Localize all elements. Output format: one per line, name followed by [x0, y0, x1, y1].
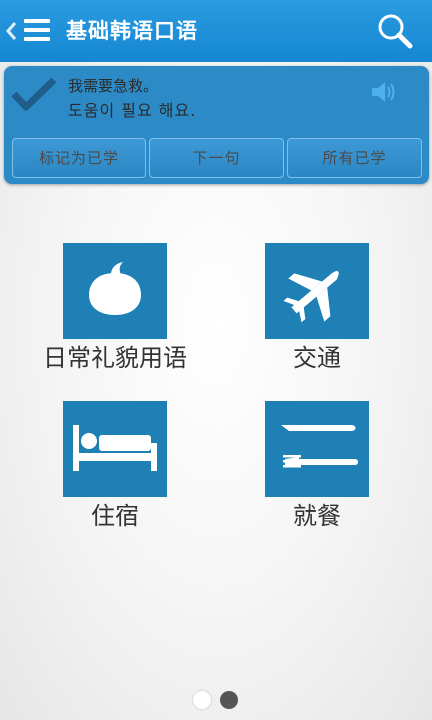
chevron-left-icon[interactable] [4, 18, 18, 44]
category-tile-accommodation[interactable] [63, 401, 167, 497]
speaker-icon[interactable] [369, 78, 399, 106]
airplane-icon [283, 270, 339, 323]
speech-bubble-icon [89, 262, 141, 315]
category-label-transport[interactable]: 交通 [217, 343, 417, 373]
category-tile-courtesy[interactable] [63, 243, 167, 339]
check-icon[interactable] [10, 74, 58, 114]
page-indicator-dot-1[interactable] [193, 691, 211, 709]
category-tile-dining[interactable] [265, 401, 369, 497]
phrase-card: 我需要急救。 도움이 필요 해요. 标记为已学 下一句 所有已学 [4, 66, 429, 184]
next-sentence-button[interactable]: 下一句 [149, 138, 284, 178]
category-label-dining[interactable]: 就餐 [217, 501, 417, 531]
category-label-courtesy[interactable]: 日常礼貌用语 [15, 343, 215, 373]
phrase-chinese: 我需要急救。 [68, 77, 159, 95]
category-label-accommodation[interactable]: 住宿 [15, 501, 215, 531]
page-indicator-dot-2-active[interactable] [220, 691, 238, 709]
app-title: 基础韩语口语 [66, 19, 198, 43]
category-tile-transport[interactable] [265, 243, 369, 339]
knife-fork-icon [281, 425, 358, 468]
phrase-korean: 도움이 필요 해요. [68, 101, 197, 120]
mark-learned-button[interactable]: 标记为已学 [12, 138, 146, 178]
search-icon[interactable] [376, 12, 414, 50]
menu-icon[interactable] [24, 18, 52, 42]
app-bar: 基础韩语口语 [0, 0, 432, 62]
all-learned-button[interactable]: 所有已学 [287, 138, 422, 178]
bed-icon [73, 425, 157, 471]
